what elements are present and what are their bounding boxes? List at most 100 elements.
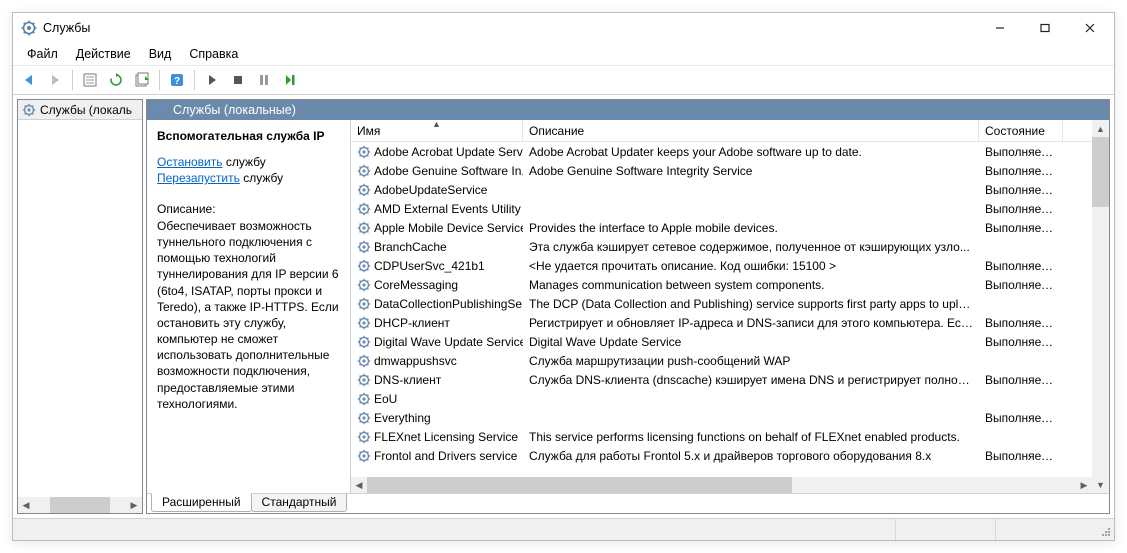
nav-pane: Службы (локаль ◀ ▶ — [17, 99, 143, 514]
gear-icon — [357, 411, 371, 425]
description-label: Описание: — [157, 201, 340, 217]
service-state: Выполняется — [979, 373, 1063, 387]
detail-pane: Вспомогательная служба IP Остановить слу… — [147, 120, 351, 493]
resize-grip-icon[interactable] — [1096, 519, 1114, 540]
service-state: Выполняется — [979, 316, 1063, 330]
gear-icon — [357, 430, 371, 444]
export-list-button[interactable] — [130, 68, 154, 92]
nav-forward-button[interactable] — [43, 68, 67, 92]
menu-file[interactable]: Файл — [19, 45, 66, 63]
menu-action[interactable]: Действие — [68, 45, 139, 63]
statusbar — [13, 518, 1114, 540]
service-desc: Manages communication between system com… — [523, 278, 979, 292]
service-row[interactable]: DHCP-клиент Регистрирует и обновляет IP-а… — [351, 313, 1092, 332]
service-name: Everything — [374, 411, 431, 425]
service-row[interactable]: AMD External Events UtilityВыполняется — [351, 199, 1092, 218]
tab-extended[interactable]: Расширенный — [151, 493, 252, 512]
service-row[interactable]: FLEXnet Licensing ServiceThis service pe… — [351, 427, 1092, 446]
gear-icon — [357, 202, 371, 216]
service-state: Выполняется — [979, 335, 1063, 349]
maximize-button[interactable] — [1022, 14, 1067, 43]
service-name: DNS-клиент — [374, 373, 441, 387]
restart-service-link[interactable]: Перезапустить — [157, 171, 240, 185]
service-state: Выполняется — [979, 411, 1063, 425]
stop-service-button[interactable] — [226, 68, 250, 92]
service-row[interactable]: CoreMessaging Manages communication betwe… — [351, 275, 1092, 294]
service-row[interactable]: DNS-клиентСлужба DNS-клиента (dnscache) … — [351, 370, 1092, 389]
services-window: Службы Файл Действие Вид Справка ? — [12, 12, 1115, 541]
service-list: Имя ▲ Описание Состояние Adobe Acrobat U… — [351, 120, 1092, 493]
tab-standard[interactable]: Стандартный — [251, 494, 348, 512]
start-service-button[interactable] — [200, 68, 224, 92]
list-hscrollbar[interactable]: ◀▶ — [351, 477, 1092, 493]
service-name: DataCollectionPublishingSe... — [374, 297, 523, 311]
service-state: Выполняется — [979, 221, 1063, 235]
content-header-label: Службы (локальные) — [173, 103, 296, 117]
titlebar: Службы — [13, 13, 1114, 43]
menu-view[interactable]: Вид — [141, 45, 180, 63]
nav-back-button[interactable] — [17, 68, 41, 92]
service-row[interactable]: Everything Выполняется — [351, 408, 1092, 427]
gear-icon — [22, 103, 36, 117]
service-desc: This service performs licensing function… — [523, 430, 979, 444]
minimize-button[interactable] — [977, 14, 1022, 43]
stop-service-link[interactable]: Остановить — [157, 155, 223, 169]
col-header-desc[interactable]: Описание — [523, 120, 979, 141]
close-button[interactable] — [1067, 14, 1112, 43]
menu-help[interactable]: Справка — [181, 45, 246, 63]
nav-hscrollbar[interactable]: ◀ ▶ — [18, 497, 142, 513]
service-name: Adobe Genuine Software In... — [374, 164, 523, 178]
service-row[interactable]: dmwappushsvc Служба маршрутизации push-со… — [351, 351, 1092, 370]
pause-service-button[interactable] — [252, 68, 276, 92]
service-row[interactable]: Digital Wave Update ServiceDigital Wave … — [351, 332, 1092, 351]
gear-icon — [357, 316, 371, 330]
service-row[interactable]: DataCollectionPublishingSe...The DCP (Da… — [351, 294, 1092, 313]
properties-button[interactable] — [78, 68, 102, 92]
service-name: AdobeUpdateService — [374, 183, 487, 197]
restart-service-button[interactable] — [278, 68, 302, 92]
service-desc: Digital Wave Update Service — [523, 335, 979, 349]
list-header: Имя ▲ Описание Состояние — [351, 120, 1092, 142]
refresh-button[interactable] — [104, 68, 128, 92]
col-header-state[interactable]: Состояние — [979, 120, 1063, 141]
gear-icon — [153, 103, 167, 117]
service-row[interactable]: AdobeUpdateServiceВыполняется — [351, 180, 1092, 199]
service-desc: Эта служба кэширует сетевое содержимое, … — [523, 240, 979, 254]
gear-icon — [357, 221, 371, 235]
service-state: Выполняется — [979, 202, 1063, 216]
service-desc: Служба маршрутизации push-сообщений WAP — [523, 354, 979, 368]
list-vscrollbar[interactable]: ▲ ▼ — [1092, 120, 1109, 493]
gear-icon — [357, 240, 371, 254]
service-name: EoU — [374, 392, 397, 406]
service-row[interactable]: Adobe Genuine Software In...Adobe Genuin… — [351, 161, 1092, 180]
service-name: DHCP-клиент — [374, 316, 450, 330]
service-name: dmwappushsvc — [374, 354, 457, 368]
service-desc: Регистрирует и обновляет IP-адреса и DNS… — [523, 316, 979, 330]
gear-icon — [357, 449, 371, 463]
service-row[interactable]: BranchCacheЭта служба кэширует сетевое с… — [351, 237, 1092, 256]
service-row[interactable]: EoU — [351, 389, 1092, 408]
service-name: Adobe Acrobat Update Serv... — [374, 145, 523, 159]
service-row[interactable]: Apple Mobile Device ServiceProvides the … — [351, 218, 1092, 237]
gear-icon — [357, 297, 371, 311]
service-row[interactable]: Adobe Acrobat Update Serv...Adobe Acroba… — [351, 142, 1092, 161]
service-state: Выполняется — [979, 164, 1063, 178]
gear-icon — [357, 164, 371, 178]
gear-icon — [357, 145, 371, 159]
nav-root-item[interactable]: Службы (локаль — [18, 100, 142, 120]
gear-icon — [357, 373, 371, 387]
service-row[interactable]: Frontol and Drivers serviceСлужба для ра… — [351, 446, 1092, 465]
menubar: Файл Действие Вид Справка — [13, 43, 1114, 65]
gear-icon — [357, 354, 371, 368]
gear-icon — [357, 278, 371, 292]
service-name: Frontol and Drivers service — [374, 449, 517, 463]
service-row[interactable]: CDPUserSvc_421b1<Не удается прочитать оп… — [351, 256, 1092, 275]
gear-icon — [357, 335, 371, 349]
service-name: CoreMessaging — [374, 278, 458, 292]
help-button[interactable]: ? — [165, 68, 189, 92]
service-name: Digital Wave Update Service — [374, 335, 523, 349]
col-header-name[interactable]: Имя ▲ — [351, 120, 523, 141]
sort-asc-icon: ▲ — [432, 120, 441, 129]
tab-strip: Расширенный Стандартный — [147, 493, 1109, 513]
app-gear-icon — [21, 20, 37, 36]
